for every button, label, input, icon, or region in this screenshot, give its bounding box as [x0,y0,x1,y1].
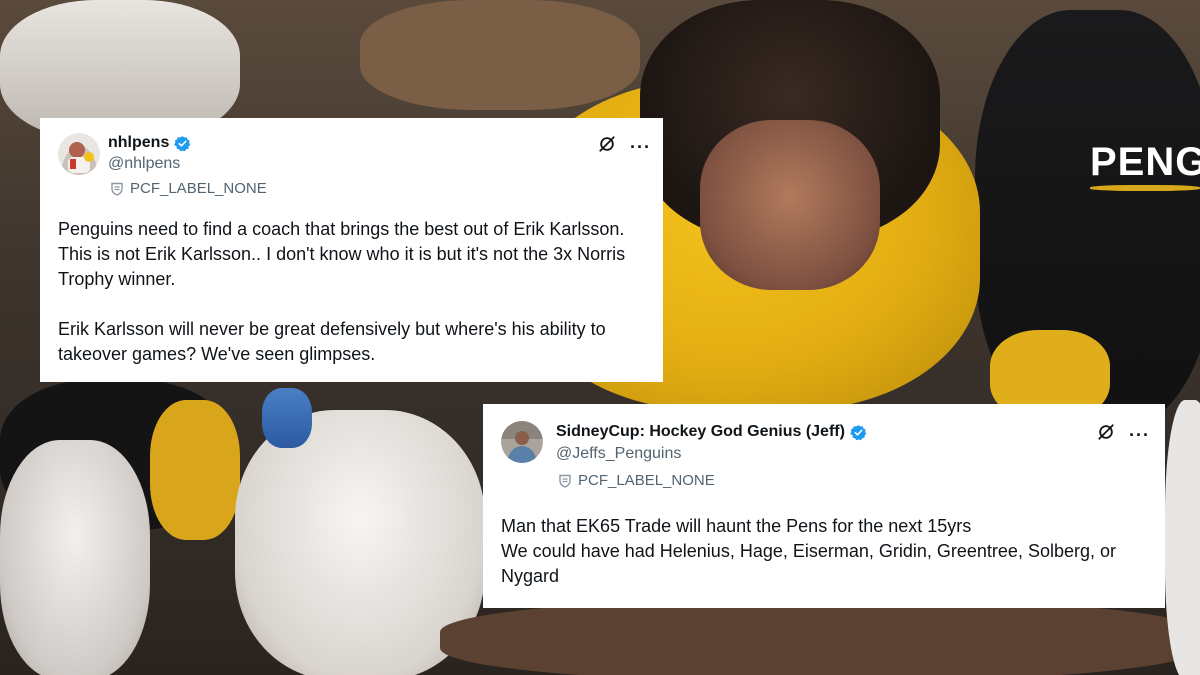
avatar[interactable] [501,421,543,463]
shield-icon [558,474,572,488]
more-icon[interactable]: ··· [1129,426,1150,444]
verified-badge-icon [850,424,867,441]
water-bottle [262,388,312,448]
player-face [700,120,880,290]
verified-badge-icon [174,135,191,152]
tweet-line: Man that EK65 Trade will haunt the Pens … [501,516,972,536]
handle[interactable]: @Jeffs_Penguins [556,445,681,463]
grok-icon[interactable] [1097,423,1115,446]
bench [440,600,1200,675]
tweet-paragraph: Erik Karlsson will never be great defens… [58,319,606,364]
handle[interactable]: @nhlpens [108,155,180,173]
tweet-body: Man that EK65 Trade will haunt the Pens … [501,514,1151,589]
yellow-pad-left [150,400,240,540]
more-icon[interactable]: ··· [630,138,651,156]
label-text: PCF_LABEL_NONE [578,472,715,489]
jersey-stripe [1090,185,1200,191]
jersey-logo-text: PENG [1090,140,1200,184]
locker-shelf [360,0,640,110]
tweet-card-jeffs-penguins: SidneyCup: Hockey God Genius (Jeff) @Jef… [483,404,1165,608]
avatar[interactable] [58,133,100,175]
label-row: PCF_LABEL_NONE [110,180,267,197]
display-name[interactable]: SidneyCup: Hockey God Genius (Jeff) [556,423,845,441]
tweet-line: We could have had Helenius, Hage, Eiserm… [501,541,1116,586]
white-pad-left [0,440,150,675]
tweet-paragraph: Penguins need to find a coach that bring… [58,219,626,289]
label-row: PCF_LABEL_NONE [558,472,715,489]
white-pad-right [1165,400,1200,675]
tweet-card-nhlpens: nhlpens @nhlpens PCF_LABEL_NONE ··· Peng… [40,118,663,382]
label-text: PCF_LABEL_NONE [130,180,267,197]
tweet-body: Penguins need to find a coach that bring… [58,217,653,367]
grok-icon[interactable] [598,135,616,158]
shield-icon [110,182,124,196]
display-name[interactable]: nhlpens [108,134,169,152]
